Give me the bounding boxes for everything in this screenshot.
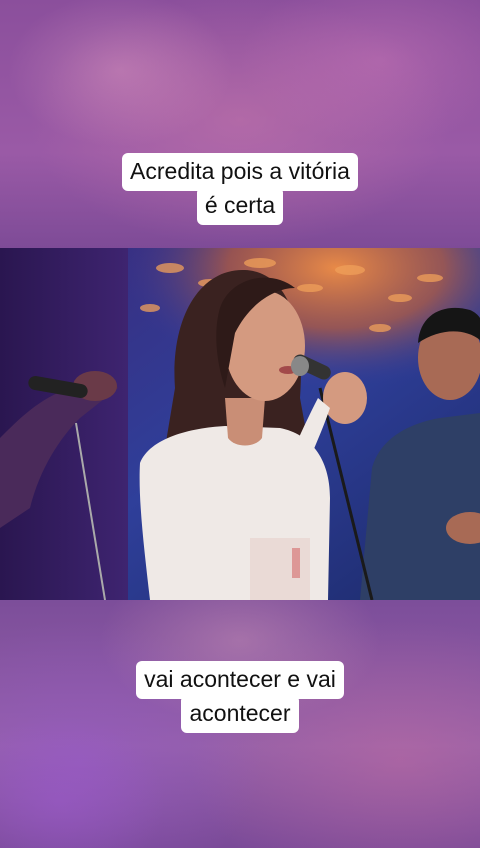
- performance-scene: [0, 248, 480, 600]
- caption-top-line-2: é certa: [196, 187, 284, 225]
- video-player[interactable]: [0, 248, 480, 600]
- caption-bottom-line-1: vai acontecer e vai: [136, 661, 344, 699]
- video-frame: Acredita pois a vitória é certa vai acon…: [0, 0, 480, 848]
- caption-top: Acredita pois a vitória é certa: [0, 153, 480, 225]
- caption-bottom: vai acontecer e vai acontecer: [0, 661, 480, 733]
- caption-bottom-line-2: acontecer: [181, 695, 299, 733]
- caption-top-line-1: Acredita pois a vitória: [122, 153, 358, 191]
